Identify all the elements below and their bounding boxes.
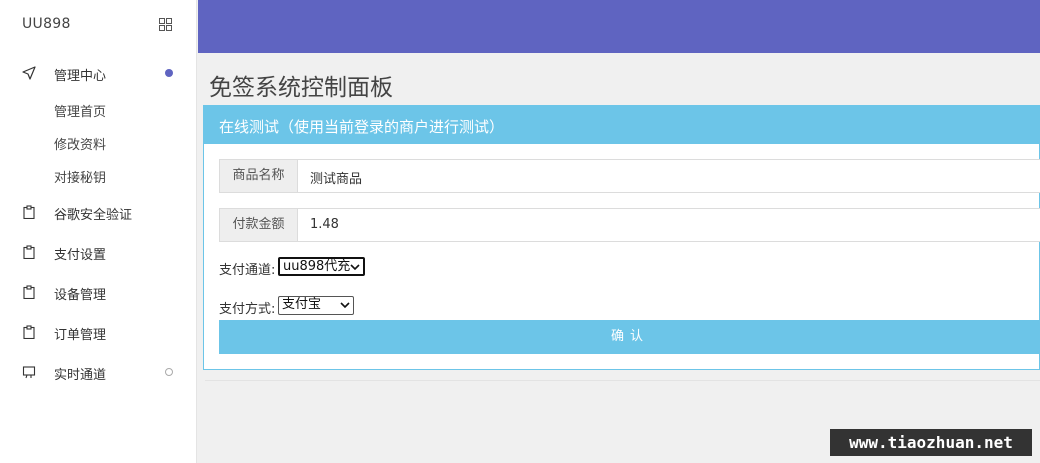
sidebar-item-label: 订单管理 [54,328,107,343]
clipboard-icon [23,205,35,219]
status-dot-hollow [165,368,173,376]
brand-logo[interactable]: UU898 [22,16,71,32]
sidebar-item-admin-center[interactable]: 管理中心 [0,61,197,85]
payment-method-label: 支付方式: [219,302,276,317]
sidebar-subitem-home[interactable]: 管理首页 [54,101,106,120]
confirm-button[interactable]: 确认 [219,320,1040,354]
watermark: www.tiaozhuan.net [830,429,1032,456]
payment-channel-selected: uu898代充 [283,259,351,274]
sidebar-item-order-management[interactable]: 订单管理 [0,320,197,344]
sidebar-item-realtime-channel[interactable]: 实时通道 [0,360,197,384]
sidebar-subitem-api-key[interactable]: 对接秘钥 [54,167,106,186]
grid-icon[interactable] [159,18,172,31]
payment-method-select[interactable]: 支付宝 [278,296,354,315]
clipboard-icon [23,285,35,299]
clipboard-icon [23,245,35,259]
payment-amount-field[interactable]: 付款金额 1.48 [219,208,1040,242]
payment-channel-label: 支付通道: [219,263,276,278]
sidebar-subitem-profile[interactable]: 修改资料 [54,134,106,153]
content-divider [205,380,1040,381]
payment-amount-input[interactable]: 1.48 [310,217,339,232]
payment-amount-label: 付款金额 [220,209,298,241]
sidebar-item-label: 支付设置 [54,248,107,263]
chevron-down-icon [350,264,360,271]
monitor-icon [22,366,36,379]
payment-method-selected: 支付宝 [282,297,322,312]
sidebar-item-label: 设备管理 [54,288,107,303]
clipboard-icon [23,325,35,339]
product-name-input[interactable]: 测试商品 [310,168,362,187]
sidebar: UU898 管理中心 管理首页 修改资料 对接秘钥 谷歌安全验证 支付设置 设备… [0,0,197,463]
sidebar-item-label: 实时通道 [54,368,107,383]
sidebar-item-device-management[interactable]: 设备管理 [0,280,197,304]
active-indicator-dot [165,69,173,77]
sidebar-item-google-auth[interactable]: 谷歌安全验证 [0,200,197,224]
page-title: 免签系统控制面板 [209,75,393,101]
top-header-bar [198,0,1040,53]
product-name-label: 商品名称 [220,160,298,192]
panel-heading: 在线测试（使用当前登录的商户进行测试） [204,106,1039,144]
sidebar-item-label: 谷歌安全验证 [54,208,133,223]
sidebar-item-label: 管理中心 [54,69,107,84]
product-name-field[interactable]: 商品名称 测试商品 [219,159,1040,193]
chevron-down-icon [340,302,350,309]
send-icon [22,66,36,80]
online-test-panel: 在线测试（使用当前登录的商户进行测试） 商品名称 测试商品 付款金额 1.48 … [203,105,1040,370]
sidebar-item-payment-settings[interactable]: 支付设置 [0,240,197,264]
payment-channel-select[interactable]: uu898代充 [278,257,365,276]
